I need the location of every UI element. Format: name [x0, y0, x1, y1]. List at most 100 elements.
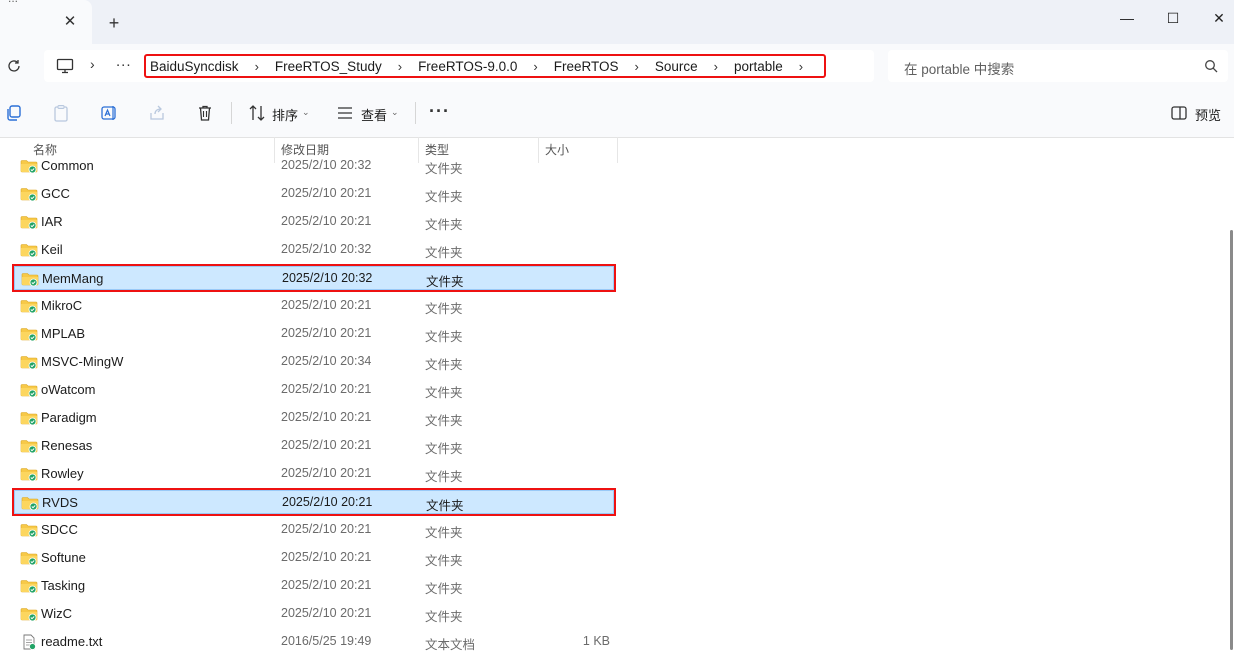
hidden-crumbs-button[interactable]: ... — [116, 53, 132, 70]
refresh-icon[interactable] — [5, 57, 23, 75]
file-name: Paradigm — [41, 410, 97, 425]
file-size: 1 KB — [582, 634, 610, 648]
file-row[interactable]: oWatcom 2025/2/10 20:21 文件夹 — [14, 378, 614, 402]
folder-icon — [20, 244, 38, 258]
sort-icon[interactable] — [248, 104, 266, 122]
chevron-right-icon[interactable]: › — [634, 59, 638, 74]
file-name: SDCC — [41, 522, 78, 537]
file-row[interactable]: RVDS 2025/2/10 20:21 文件夹 — [12, 488, 616, 516]
breadcrumb-item[interactable]: FreeRTOS-9.0.0 — [418, 59, 517, 74]
file-row[interactable]: MSVC-MingW 2025/2/10 20:34 文件夹 — [14, 350, 614, 374]
folder-icon — [20, 300, 38, 314]
folder-icon — [20, 216, 38, 230]
file-row[interactable]: Rowley 2025/2/10 20:21 文件夹 — [14, 462, 614, 486]
file-type: 文件夹 — [425, 526, 463, 540]
preview-pane-icon[interactable] — [1171, 105, 1187, 121]
file-modified: 2025/2/10 20:21 — [281, 382, 372, 396]
preview-button[interactable]: 预览 — [1195, 105, 1221, 124]
file-row[interactable]: Keil 2025/2/10 20:32 文件夹 — [14, 238, 614, 262]
view-icon[interactable] — [336, 104, 354, 122]
delete-icon[interactable] — [196, 104, 214, 122]
file-name: GCC — [41, 186, 70, 201]
share-icon[interactable] — [148, 104, 166, 122]
file-row[interactable]: Softune 2025/2/10 20:21 文件夹 — [14, 546, 614, 570]
file-modified: 2025/2/10 20:21 — [281, 298, 372, 312]
file-type: 文件夹 — [425, 330, 463, 344]
file-name: Tasking — [41, 578, 86, 593]
file-row[interactable]: SDCC 2025/2/10 20:21 文件夹 — [14, 518, 614, 542]
file-row[interactable]: readme.txt 2016/5/25 19:49 文本文档 1 KB — [14, 630, 614, 653]
sort-button[interactable]: 排序 — [272, 105, 298, 124]
more-options-button[interactable]: ··· — [429, 101, 450, 122]
chevron-right-icon[interactable]: › — [714, 59, 718, 74]
rename-icon[interactable] — [100, 104, 118, 122]
breadcrumb-item[interactable]: portable — [734, 59, 783, 74]
file-modified: 2025/2/10 20:21 — [281, 466, 372, 480]
folder-icon — [20, 524, 38, 538]
chevron-right-icon[interactable]: › — [398, 59, 402, 74]
tab-current[interactable]: ... ✕ — [0, 0, 92, 44]
chevron-right-icon[interactable]: › — [533, 59, 537, 74]
this-pc-icon[interactable] — [56, 58, 74, 74]
new-tab-button[interactable]: + — [105, 14, 123, 32]
file-modified: 2025/2/10 20:21 — [281, 606, 372, 620]
address-row: › ... BaiduSyncdisk › FreeRTOS_Study › F… — [0, 44, 1234, 91]
file-name: Keil — [41, 242, 63, 257]
file-row[interactable]: GCC 2025/2/10 20:21 文件夹 — [14, 182, 614, 206]
file-row[interactable]: Renesas 2025/2/10 20:21 文件夹 — [14, 434, 614, 458]
file-row[interactable]: MikroC 2025/2/10 20:21 文件夹 — [14, 294, 614, 318]
file-name: IAR — [41, 214, 63, 229]
file-modified: 2025/2/10 20:32 — [281, 158, 372, 172]
toolbar-divider — [415, 102, 416, 124]
tab-close-icon[interactable]: ✕ — [63, 14, 77, 29]
file-row[interactable]: Common 2025/2/10 20:32 文件夹 — [14, 154, 614, 178]
vertical-scrollbar[interactable] — [1230, 230, 1233, 650]
file-type: 文件夹 — [425, 414, 463, 428]
chevron-down-icon[interactable]: ⌄ — [391, 107, 399, 118]
file-name: RVDS — [42, 495, 78, 510]
breadcrumb-item[interactable]: Source — [655, 59, 698, 74]
title-bar: ... ✕ + — ☐ ✕ — [0, 0, 1234, 44]
close-window-button[interactable]: ✕ — [1204, 8, 1234, 28]
chevron-right-icon[interactable]: › — [90, 56, 95, 72]
breadcrumb-item[interactable]: BaiduSyncdisk — [150, 59, 239, 74]
file-row[interactable]: WizC 2025/2/10 20:21 文件夹 — [14, 602, 614, 626]
folder-icon — [20, 552, 38, 566]
file-type: 文件夹 — [425, 162, 463, 176]
file-row[interactable]: Tasking 2025/2/10 20:21 文件夹 — [14, 574, 614, 598]
breadcrumb-item[interactable]: FreeRTOS_Study — [275, 59, 382, 74]
file-row[interactable]: IAR 2025/2/10 20:21 文件夹 — [14, 210, 614, 234]
search-placeholder: 在 portable 中搜索 — [904, 62, 1015, 77]
folder-icon — [20, 608, 38, 622]
file-name: oWatcom — [41, 382, 96, 397]
file-name: WizC — [41, 606, 73, 621]
maximize-button[interactable]: ☐ — [1158, 8, 1188, 28]
chevron-right-icon[interactable]: › — [799, 59, 803, 74]
folder-icon — [20, 328, 38, 342]
file-modified: 2025/2/10 20:21 — [281, 410, 372, 424]
file-list: ^ 名称 修改日期 类型 大小 Common 2025/2/10 20:32 文件夹… — [0, 137, 1224, 653]
address-bar[interactable]: › ... BaiduSyncdisk › FreeRTOS_Study › F… — [44, 50, 874, 82]
copy-icon[interactable] — [5, 104, 23, 122]
text-file-icon — [23, 634, 36, 650]
search-icon[interactable] — [1204, 59, 1218, 73]
file-modified: 2025/2/10 20:21 — [281, 214, 372, 228]
file-type: 文件夹 — [425, 246, 463, 260]
file-modified: 2025/2/10 20:21 — [281, 326, 372, 340]
file-modified: 2025/2/10 20:21 — [281, 438, 372, 452]
view-button[interactable]: 查看 — [361, 105, 387, 124]
file-modified: 2016/5/25 19:49 — [281, 634, 372, 648]
breadcrumb-item[interactable]: FreeRTOS — [554, 59, 619, 74]
paste-icon[interactable] — [52, 104, 70, 122]
file-type: 文件夹 — [425, 190, 463, 204]
chevron-down-icon[interactable]: ⌄ — [302, 107, 310, 118]
search-input[interactable]: 在 portable 中搜索 — [888, 50, 1228, 82]
minimize-button[interactable]: — — [1112, 8, 1142, 28]
file-modified: 2025/2/10 20:21 — [281, 186, 372, 200]
file-row[interactable]: MemMang 2025/2/10 20:32 文件夹 — [12, 264, 616, 292]
chevron-right-icon[interactable]: › — [255, 59, 259, 74]
file-row[interactable]: Paradigm 2025/2/10 20:21 文件夹 — [14, 406, 614, 430]
file-row[interactable]: MPLAB 2025/2/10 20:21 文件夹 — [14, 322, 614, 346]
file-type: 文件夹 — [425, 470, 463, 484]
file-type: 文件夹 — [425, 442, 463, 456]
